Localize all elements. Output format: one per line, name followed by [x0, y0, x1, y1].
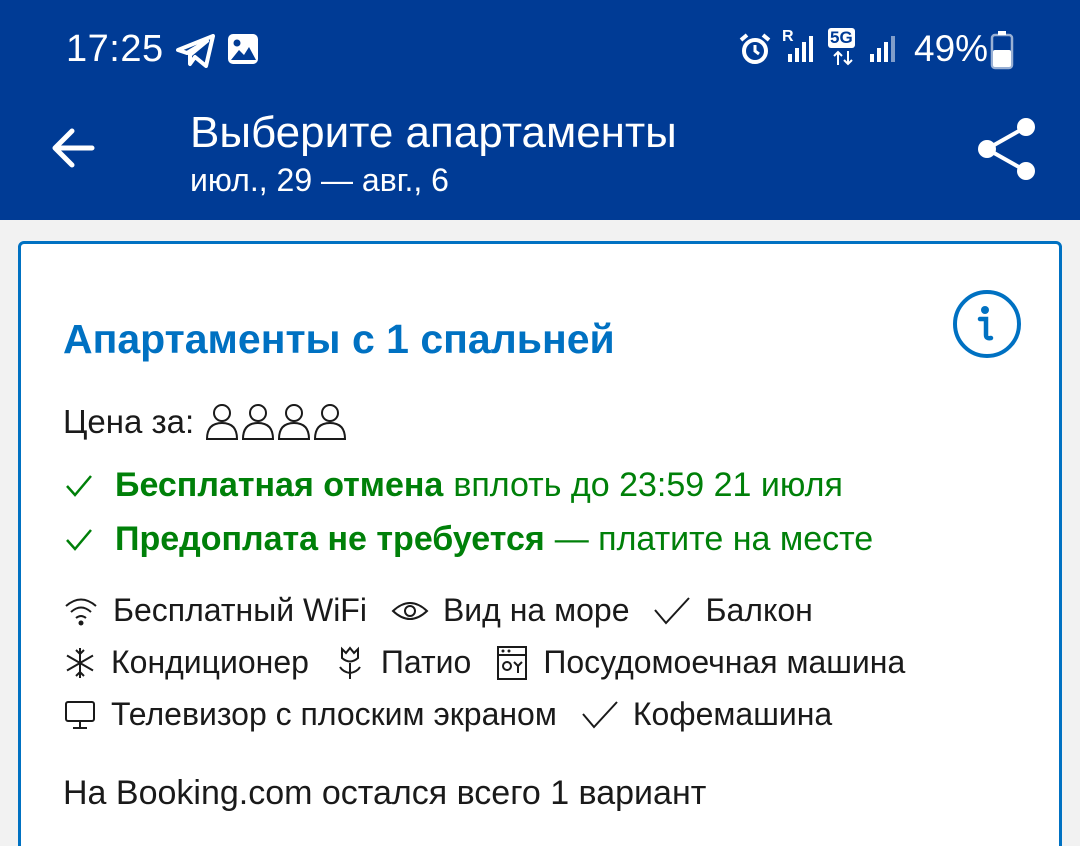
share-button[interactable]: [972, 114, 1042, 184]
check-icon: [582, 700, 618, 729]
room-card[interactable]: Апартаменты с 1 спальней Цена за: Беспла…: [18, 241, 1062, 846]
no-prepayment-detail: — платите на месте: [554, 520, 874, 558]
dishwasher-icon: [497, 645, 528, 680]
status-time: 17:25: [66, 28, 164, 70]
amenity-item: Бесплатный WiFi: [63, 592, 367, 629]
top-bar: 17:25 R 5G 49% Выберите апартаменты июл.…: [0, 0, 1080, 220]
back-button[interactable]: [44, 118, 104, 178]
person-icon: [314, 404, 347, 440]
person-icon: [242, 404, 275, 440]
amenity-item: Телевизор с плоским экраном: [63, 696, 557, 733]
occupancy-icons: [204, 402, 348, 442]
free-cancellation-row: Бесплатная отмена вплоть до 23:59 21 июл…: [63, 466, 843, 505]
data-arrows-icon: [833, 50, 853, 66]
eye-icon: [391, 601, 429, 620]
no-prepayment-label: Предоплата не требуется: [115, 520, 545, 558]
check-icon: [66, 474, 92, 497]
tv-icon: [65, 700, 95, 729]
price-for-label: Цена за:: [63, 403, 195, 440]
alarm-icon: [739, 33, 771, 64]
signal-icon-2: [870, 36, 895, 62]
battery-percent: 49%: [914, 28, 989, 69]
amenity-item: Кофемашина: [581, 696, 832, 733]
amenities-row: Бесплатный WiFi Вид на море Балкон: [63, 592, 837, 629]
free-cancellation-label: Бесплатная отмена: [115, 466, 444, 504]
telegram-icon: [176, 34, 215, 68]
snowflake-icon: [66, 647, 94, 678]
amenity-item: Патио: [333, 644, 471, 681]
no-prepayment-row: Предоплата не требуется — платите на мес…: [63, 520, 873, 559]
amenities-row: Телевизор с плоским экраном Кофемашина: [63, 696, 856, 733]
network-5g-label: 5G: [828, 28, 855, 48]
page-title: Выберите апартаменты: [190, 108, 677, 157]
room-title[interactable]: Апартаменты с 1 спальней: [63, 316, 615, 363]
info-icon[interactable]: [951, 288, 1023, 360]
amenity-item: Кондиционер: [63, 644, 309, 681]
check-icon: [654, 596, 691, 625]
check-icon: [66, 528, 92, 551]
amenity-item: Балкон: [653, 592, 813, 629]
person-icon: [206, 404, 239, 440]
battery-icon: [990, 31, 1014, 70]
price-for-row: Цена за:: [63, 402, 348, 442]
gallery-icon: [228, 34, 258, 64]
amenity-item: Вид на море: [391, 592, 629, 629]
flower-icon: [339, 645, 361, 679]
amenity-item: Посудомоечная машина: [495, 644, 905, 681]
amenities-row: Кондиционер Патио Посудомоечная машина: [63, 644, 929, 681]
date-range: июл., 29 — авг., 6: [190, 162, 449, 198]
availability-note: На Booking.com остался всего 1 вариант: [63, 774, 707, 812]
wifi-icon: [65, 598, 97, 625]
signal-icon: [788, 36, 813, 62]
person-icon: [278, 404, 311, 440]
free-cancellation-detail: вплоть до 23:59 21 июля: [453, 466, 843, 504]
